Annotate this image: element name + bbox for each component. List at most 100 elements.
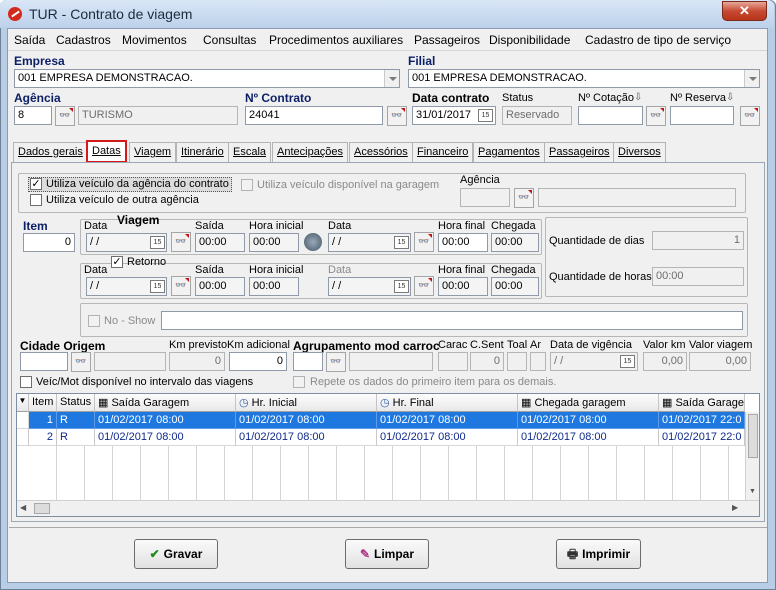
tab-itinerario[interactable]: Itinerário	[176, 142, 229, 162]
menu-procedimentos[interactable]: Procedimentos auxiliares	[269, 33, 403, 47]
cell-saida-garagem-2[interactable]: 01/02/2017 22:0	[659, 429, 745, 446]
noshow-checkbox[interactable]	[88, 315, 100, 327]
viagem-saida-input[interactable]: 00:00	[195, 233, 245, 252]
menu-cadastro-tipo-servico[interactable]: Cadastro de tipo de serviço	[585, 33, 731, 47]
menu-cadastros[interactable]: Cadastros	[56, 33, 111, 47]
imprimir-button[interactable]: 🖶 Imprimir	[556, 539, 641, 569]
calendar-icon[interactable]: 15	[394, 280, 409, 293]
binoculars-icon[interactable]: 👓	[740, 106, 760, 126]
tab-diversos[interactable]: Diversos	[613, 142, 666, 162]
item-input[interactable]: 0	[23, 233, 75, 252]
vertical-scrollbar[interactable]: ▼	[745, 412, 759, 500]
viagem-hora-final-input[interactable]: 00:00	[438, 233, 488, 252]
scroll-left-icon[interactable]: ◀	[20, 503, 26, 512]
cell-chegada-garagem[interactable]: 01/02/2017 08:00	[518, 429, 659, 446]
tab-dados-gerais[interactable]: Dados gerais	[13, 142, 88, 162]
col-saida-garagem[interactable]: ▦ Saída Garagem	[95, 394, 236, 412]
hscroll-thumb[interactable]	[34, 503, 50, 514]
binoculars-icon[interactable]: 👓	[171, 232, 191, 252]
tab-datas[interactable]: Datas	[86, 140, 127, 163]
calendar-icon[interactable]: 15	[478, 109, 493, 122]
viagem-hora-inicial-input[interactable]: 00:00	[249, 233, 299, 252]
data-contrato-label: Data contrato	[412, 91, 490, 105]
retorno-hora-inicial-input[interactable]: 00:00	[249, 277, 299, 296]
cell-hr-inicial[interactable]: 01/02/2017 08:00	[236, 412, 377, 429]
tab-pagamentos[interactable]: Pagamentos	[473, 142, 545, 162]
binoculars-icon[interactable]: 👓	[414, 276, 434, 296]
cell-saida-garagem-2[interactable]: 01/02/2017 22:0	[659, 412, 745, 429]
horizontal-scrollbar[interactable]: ◀ ▶	[17, 500, 759, 516]
binoculars-icon[interactable]: 👓	[326, 352, 346, 372]
retorno-hora-final-input[interactable]: 00:00	[438, 277, 488, 296]
cotacao-input[interactable]	[578, 106, 643, 125]
globe-icon[interactable]	[304, 233, 322, 251]
menu-passageiros[interactable]: Passageiros	[414, 33, 480, 47]
tab-passageiros[interactable]: Passageiros	[544, 142, 615, 162]
tab-acessorios[interactable]: Acessórios	[349, 142, 413, 162]
binoculars-icon[interactable]: 👓	[387, 106, 407, 126]
veic-mot-checkbox[interactable]	[20, 376, 32, 388]
binoculars-icon[interactable]: 👓	[414, 232, 434, 252]
menu-saida[interactable]: Saída	[14, 33, 45, 47]
agrupamento-input[interactable]	[293, 352, 323, 371]
retorno-checkbox[interactable]: ✓	[111, 256, 123, 268]
filial-select[interactable]: 001 EMPRESA DEMONSTRACAO.	[408, 69, 760, 88]
tab-antecipacoes[interactable]: Antecipações	[272, 142, 349, 162]
noshow-input[interactable]	[161, 311, 743, 330]
scroll-right-icon[interactable]: ▶	[732, 503, 738, 512]
close-button[interactable]: ✕	[722, 1, 767, 21]
calendar-icon: ▦	[521, 397, 535, 409]
viagem-chegada-input[interactable]: 00:00	[491, 233, 539, 252]
limpar-button[interactable]: ✎ Limpar	[345, 539, 429, 569]
cell-status[interactable]: R	[57, 429, 95, 446]
repete-checkbox[interactable]	[293, 376, 305, 388]
cell-saida-garagem[interactable]: 01/02/2017 08:00	[95, 429, 236, 446]
binoculars-icon[interactable]: 👓	[171, 276, 191, 296]
cell-hr-final[interactable]: 01/02/2017 08:00	[377, 412, 518, 429]
binoculars-icon[interactable]: 👓	[55, 106, 75, 126]
tab-financeiro[interactable]: Financeiro	[412, 142, 474, 162]
chevron-down-icon[interactable]	[744, 70, 759, 87]
col-hr-final[interactable]: ◷ Hr. Final	[377, 394, 518, 412]
tab-viagem[interactable]: Viagem	[129, 142, 177, 162]
menu-disponibilidade[interactable]: Disponibilidade	[489, 33, 570, 47]
cell-status[interactable]: R	[57, 412, 95, 429]
calendar-icon[interactable]: 15	[394, 236, 409, 249]
agencia-code-input[interactable]: 8	[14, 106, 52, 125]
scroll-down-icon[interactable]: ▼	[749, 488, 756, 495]
cell-hr-final[interactable]: 01/02/2017 08:00	[377, 429, 518, 446]
calendar-icon[interactable]: 15	[150, 280, 165, 293]
retorno-saida-input[interactable]: 00:00	[195, 277, 245, 296]
col-chegada-garagem[interactable]: ▦ Chegada garagem	[518, 394, 659, 412]
cidade-origem-code[interactable]	[20, 352, 68, 371]
col-hr-inicial[interactable]: ◷ Hr. Inicial	[236, 394, 377, 412]
binoculars-icon[interactable]: 👓	[71, 352, 91, 372]
col-item[interactable]: Item	[29, 394, 57, 412]
cell-saida-garagem[interactable]: 01/02/2017 08:00	[95, 412, 236, 429]
col-status[interactable]: Status	[57, 394, 95, 412]
cell-hr-inicial[interactable]: 01/02/2017 08:00	[236, 429, 377, 446]
binoculars-icon[interactable]: 👓	[646, 106, 666, 126]
binoculars-icon[interactable]: 👓	[514, 188, 534, 208]
reserva-input[interactable]	[670, 106, 734, 125]
usa-veiculo-garagem-checkbox[interactable]	[241, 179, 253, 191]
calendar-icon[interactable]: 15	[150, 236, 165, 249]
scrollbar-thumb[interactable]	[748, 414, 758, 458]
items-grid[interactable]: ▼ Item Status ▦ Saída Garagem ◷ Hr. Inic…	[16, 393, 760, 517]
retorno-chegada-input[interactable]: 00:00	[491, 277, 539, 296]
contrato-input[interactable]: 24041	[245, 106, 383, 125]
col-saida-garagem-2[interactable]: ▦ Saída Garagem	[659, 394, 745, 412]
tab-escala[interactable]: Escala	[228, 142, 272, 162]
usa-veiculo-outra-checkbox[interactable]	[30, 194, 42, 206]
menu-consultas[interactable]: Consultas	[203, 33, 256, 47]
chevron-down-icon[interactable]	[384, 70, 399, 87]
cell-chegada-garagem[interactable]: 01/02/2017 08:00	[518, 412, 659, 429]
usa-veiculo-agencia-checkbox[interactable]: ✓	[30, 178, 42, 190]
gravar-button[interactable]: ✔ Gravar	[134, 539, 218, 569]
cell-item[interactable]: 1	[29, 412, 57, 429]
km-adicional-input[interactable]: 0	[229, 352, 287, 371]
cell-item[interactable]: 2	[29, 429, 57, 446]
menu-movimentos[interactable]: Movimentos	[122, 33, 187, 47]
menu-bar: Saída Cadastros Movimentos Consultas Pro…	[8, 29, 767, 51]
empresa-select[interactable]: 001 EMPRESA DEMONSTRACAO.	[14, 69, 400, 88]
